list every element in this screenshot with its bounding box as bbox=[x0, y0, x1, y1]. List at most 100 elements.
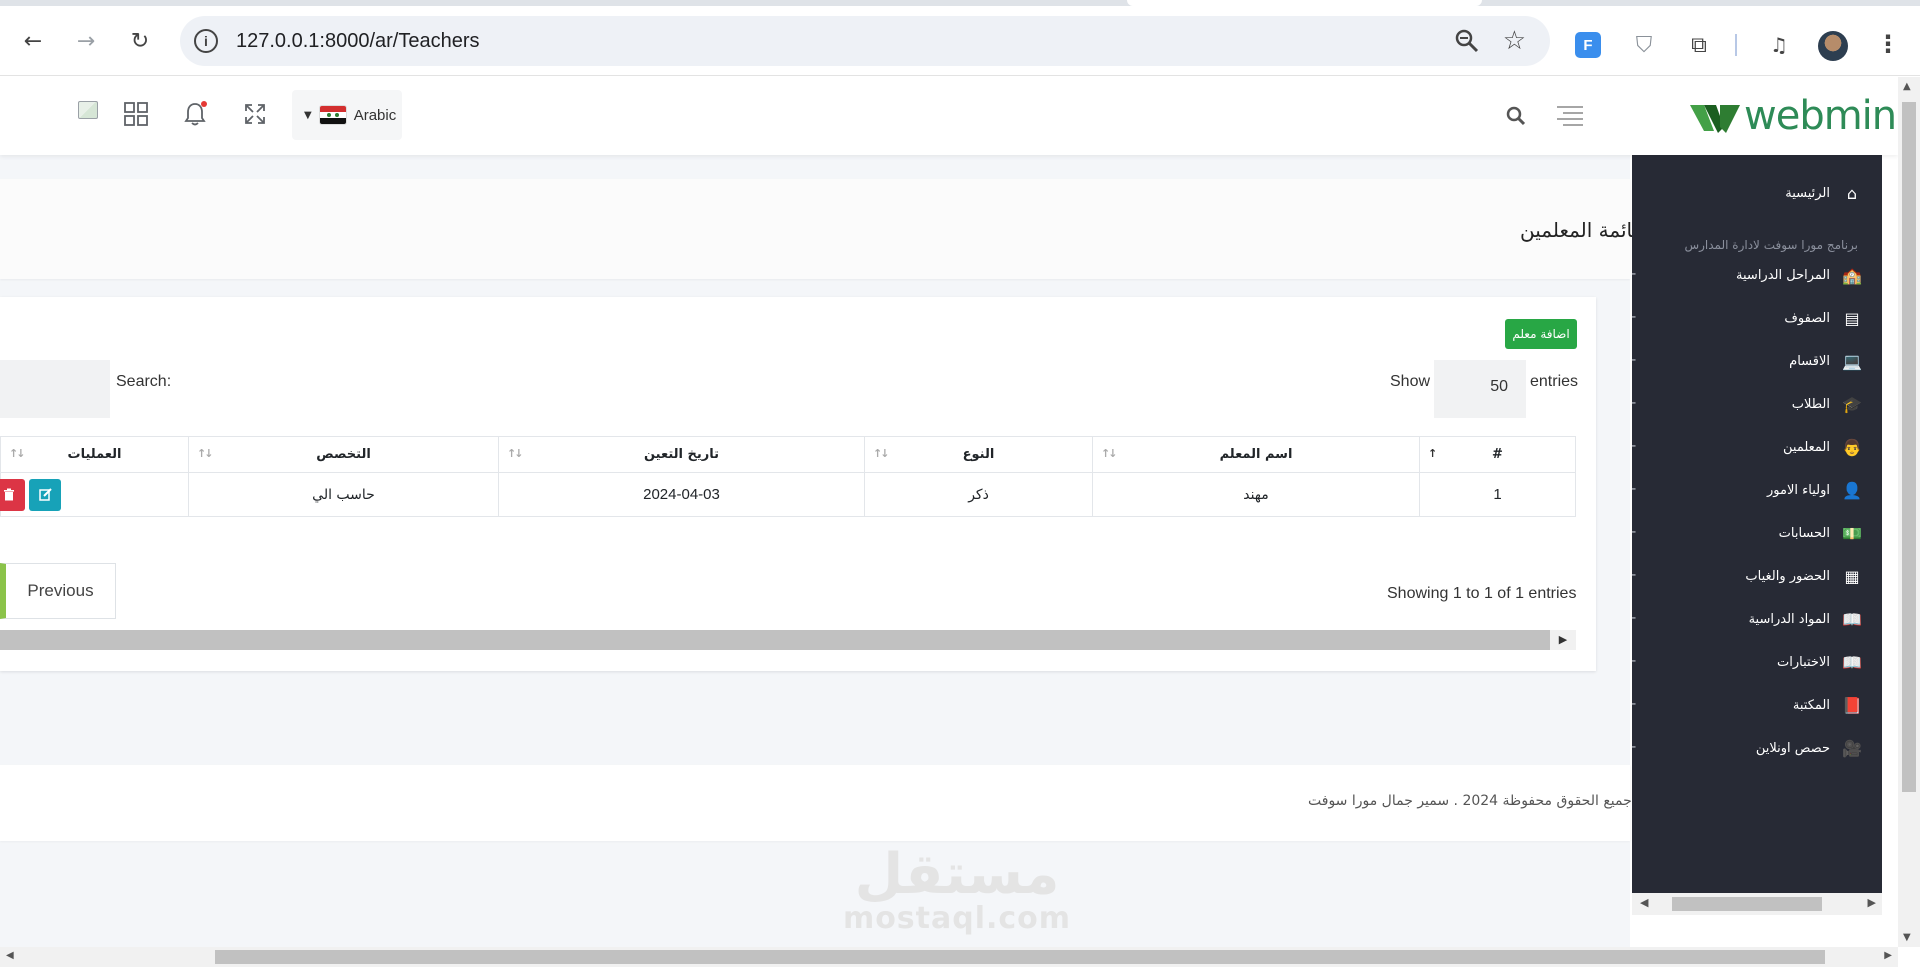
previous-page-button[interactable]: Previous bbox=[0, 563, 116, 619]
sidebar-item-3[interactable]: 💻 الاقسام bbox=[1789, 351, 1862, 371]
bookmark-star-icon[interactable]: ☆ bbox=[1503, 26, 1526, 56]
profile-avatar[interactable] bbox=[1818, 31, 1848, 61]
watermark-latin: mostaql.com bbox=[842, 901, 1072, 936]
sidebar-item-12[interactable]: 🎥 حصص اونلاين bbox=[1756, 738, 1862, 758]
back-arrow-icon[interactable]: ← bbox=[16, 24, 50, 58]
address-bar[interactable]: i 127.0.0.1:8000/ar/Teachers ☆ bbox=[180, 16, 1550, 66]
translate-extension-icon[interactable]: F bbox=[1575, 32, 1601, 58]
chevron-down-icon: ▼ bbox=[304, 109, 312, 121]
sidebar-item-11[interactable]: 📕 المكتبة bbox=[1793, 695, 1862, 715]
delete-button[interactable] bbox=[0, 479, 25, 511]
search-icon[interactable] bbox=[1505, 105, 1527, 132]
column-header-operations[interactable]: ↑↓ العمليات bbox=[0, 436, 189, 473]
app-header: ▼ Arabic webmin bbox=[0, 77, 1898, 155]
notification-dot bbox=[201, 101, 207, 107]
browser-toolbar: ← → ↻ i 127.0.0.1:8000/ar/Teachers ☆ F ⛉… bbox=[0, 6, 1920, 76]
page-length-select[interactable]: 50 bbox=[1434, 360, 1526, 418]
sidebar-scrollbar[interactable]: ◀ ▶ bbox=[1632, 893, 1882, 915]
money-icon: 💵 bbox=[1842, 523, 1862, 543]
column-header-number[interactable]: ↑ # bbox=[1419, 436, 1576, 473]
brand-logo[interactable]: webmin bbox=[1690, 93, 1897, 139]
edit-button[interactable] bbox=[29, 479, 62, 511]
brand-name: webmin bbox=[1744, 93, 1897, 139]
teachers-card: اضافة معلم Show 50 entries Search: ↑↓ الع… bbox=[0, 297, 1596, 671]
url-text[interactable]: 127.0.0.1:8000/ar/Teachers bbox=[236, 30, 480, 53]
fullscreen-icon[interactable] bbox=[240, 99, 270, 129]
reload-icon[interactable]: ↻ bbox=[123, 24, 157, 58]
building-icon: ▤ bbox=[1844, 308, 1860, 328]
book-open-icon: 📖 bbox=[1842, 652, 1862, 672]
scroll-up-arrow-icon[interactable]: ▲ bbox=[1903, 81, 1911, 92]
table-search-input[interactable] bbox=[0, 360, 110, 418]
column-header-hire-date[interactable]: ↑↓ تاريخ التعين bbox=[498, 436, 865, 473]
sidebar-item-home[interactable]: ⌂ الرئيسية bbox=[1785, 183, 1862, 203]
row-number-cell: 1 bbox=[1419, 472, 1576, 517]
zoom-icon[interactable] bbox=[1454, 28, 1480, 54]
add-teacher-button[interactable]: اضافة معلم bbox=[1505, 319, 1577, 349]
sidebar-item-7[interactable]: 💵 الحسابات bbox=[1779, 523, 1862, 543]
expand-plus-icon[interactable]: + bbox=[1632, 654, 1637, 669]
scroll-thumb[interactable] bbox=[1672, 897, 1822, 911]
page-vertical-scrollbar[interactable]: ▲ ▼ bbox=[1898, 77, 1920, 947]
copyright-text: © جميع الحقوق محفوظة 2024 . سمير جمال مو… bbox=[1308, 793, 1651, 809]
scroll-right-arrow-icon[interactable]: ▶ bbox=[1868, 896, 1876, 909]
column-header-label: # bbox=[1492, 447, 1503, 462]
expand-plus-icon[interactable]: + bbox=[1632, 740, 1637, 755]
language-selector[interactable]: ▼ Arabic bbox=[292, 90, 402, 140]
expand-plus-icon[interactable]: + bbox=[1632, 611, 1637, 626]
sort-icon: ↑↓ bbox=[9, 447, 26, 460]
expand-plus-icon[interactable]: + bbox=[1632, 482, 1637, 497]
sort-icon: ↑↓ bbox=[1101, 447, 1118, 460]
forward-arrow-icon[interactable]: → bbox=[69, 24, 103, 58]
scroll-thumb[interactable] bbox=[1902, 102, 1916, 792]
page-horizontal-scrollbar[interactable]: ◀ ▶ bbox=[0, 947, 1898, 967]
scroll-left-arrow-icon[interactable]: ◀ bbox=[6, 950, 14, 961]
sidebar-item-1[interactable]: 🏫 المراحل الدراسية bbox=[1736, 265, 1862, 285]
media-control-icon[interactable]: ♫ bbox=[1766, 32, 1792, 58]
expand-plus-icon[interactable]: + bbox=[1632, 697, 1637, 712]
scroll-thumb[interactable] bbox=[215, 950, 1825, 964]
sidebar-tagline: برنامج مورا سوفت لادارة المدارس bbox=[1684, 238, 1858, 252]
show-label: Show bbox=[1390, 373, 1431, 390]
sidebar-item-label: المواد الدراسية bbox=[1748, 611, 1830, 627]
book-icon: 📖 bbox=[1842, 609, 1862, 629]
column-header-gender[interactable]: ↑↓ النوع bbox=[864, 436, 1093, 473]
column-header-specialization[interactable]: ↑↓ التخصص bbox=[188, 436, 499, 473]
sidebar-item-9[interactable]: 📖 المواد الدراسية bbox=[1749, 609, 1862, 629]
sidebar-item-5[interactable]: 👨 المعلمين bbox=[1783, 437, 1862, 457]
menu-toggle-icon[interactable] bbox=[1555, 105, 1585, 132]
gender-cell: ذكر bbox=[864, 472, 1093, 517]
scroll-down-arrow-icon[interactable]: ▼ bbox=[1903, 932, 1911, 943]
sidebar-item-6[interactable]: 👤 اولياء الامور bbox=[1767, 480, 1862, 500]
apps-grid-icon[interactable] bbox=[121, 99, 151, 129]
site-info-icon[interactable]: i bbox=[194, 29, 218, 53]
browser-menu-icon[interactable]: ⋮ bbox=[1876, 30, 1900, 58]
shield-extension-icon[interactable]: ⛉ bbox=[1631, 32, 1657, 58]
sidebar-item-10[interactable]: 📖 الاختبارات bbox=[1777, 652, 1862, 672]
notification-bell-icon[interactable] bbox=[180, 99, 210, 129]
expand-plus-icon[interactable]: + bbox=[1632, 568, 1637, 583]
expand-plus-icon[interactable]: + bbox=[1632, 267, 1637, 282]
student-icon: 🎓 bbox=[1842, 394, 1862, 414]
column-header-label: اسم المعلم bbox=[1219, 447, 1293, 462]
sidebar-item-8[interactable]: ▦ الحضور والغياب bbox=[1745, 566, 1862, 586]
sidebar-item-label: اولياء الامور bbox=[1767, 482, 1830, 498]
table-horizontal-scrollbar[interactable]: ▶ bbox=[0, 630, 1576, 650]
scroll-right-arrow-icon[interactable]: ▶ bbox=[1884, 950, 1892, 961]
table-row: حاسب الي 2024-04-03 ذكر مهند 1 bbox=[0, 472, 1576, 517]
expand-plus-icon[interactable]: + bbox=[1632, 439, 1637, 454]
expand-plus-icon[interactable]: + bbox=[1632, 310, 1637, 325]
sidebar-item-2[interactable]: ▤ الصفوف bbox=[1784, 308, 1862, 328]
extensions-puzzle-icon[interactable]: ⧉ bbox=[1686, 32, 1712, 58]
scroll-right-arrow-icon[interactable]: ▶ bbox=[1550, 630, 1576, 650]
scroll-left-arrow-icon[interactable]: ◀ bbox=[1640, 896, 1648, 909]
school-icon: 🏫 bbox=[1842, 265, 1862, 285]
expand-plus-icon[interactable]: + bbox=[1632, 525, 1637, 540]
expand-plus-icon[interactable]: + bbox=[1632, 353, 1637, 368]
sidebar-item-label: المراحل الدراسية bbox=[1736, 267, 1830, 283]
sidebar-item-label: الطلاب bbox=[1791, 396, 1830, 412]
expand-plus-icon[interactable]: + bbox=[1632, 396, 1637, 411]
sidebar-item-4[interactable]: 🎓 الطلاب bbox=[1792, 394, 1862, 414]
broken-image-icon bbox=[78, 101, 98, 119]
column-header-teacher-name[interactable]: ↑↓ اسم المعلم bbox=[1092, 436, 1420, 473]
